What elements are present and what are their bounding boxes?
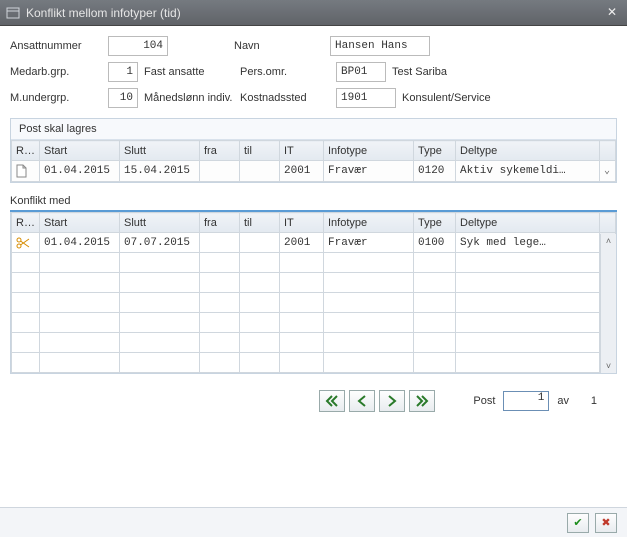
scroll-down-icon[interactable]: ˅ (606, 361, 611, 371)
next-record-button[interactable] (379, 390, 405, 412)
col-slutt[interactable]: Slutt (120, 141, 200, 161)
scissors-icon (12, 233, 40, 253)
cancel-button[interactable]: ✖ (595, 513, 617, 533)
titlebar: Konflikt mellom infotyper (tid) ✕ (0, 0, 627, 26)
col-type[interactable]: Type (414, 213, 456, 233)
kostnad-text: Konsulent/Service (402, 92, 491, 104)
post-total: 1 (577, 395, 597, 407)
medarb-text: Fast ansatte (144, 66, 234, 78)
panel-post-skal-lagres: Post skal lagres Re... Start Slutt fra t… (10, 118, 617, 183)
col-it[interactable]: IT (280, 141, 324, 161)
ansattnummer-label: Ansattnummer (10, 40, 102, 52)
cell-start: 01.04.2015 (40, 161, 120, 182)
scroll-col (600, 213, 616, 233)
col-slutt[interactable]: Slutt (120, 213, 200, 233)
col-deltype[interactable]: Deltype (456, 213, 600, 233)
col-start[interactable]: Start (40, 141, 120, 161)
col-start[interactable]: Start (40, 213, 120, 233)
cell-type: 0100 (414, 233, 456, 253)
cell-deltype: Syk med lege… (456, 233, 600, 253)
close-icon[interactable]: ✕ (603, 4, 621, 22)
panel1-title: Post skal lagres (11, 119, 616, 140)
mundergrp-field[interactable]: 10 (108, 88, 138, 108)
col-re[interactable]: Re... (12, 213, 40, 233)
col-fra[interactable]: fra (200, 141, 240, 161)
cell-slutt: 07.07.2015 (120, 233, 200, 253)
kostnad-field[interactable]: 1901 (336, 88, 396, 108)
persomr-label: Pers.omr. (240, 66, 330, 78)
cell-start: 01.04.2015 (40, 233, 120, 253)
panel2-table: Re... Start Slutt fra til IT Infotype Ty… (11, 212, 616, 373)
cell-deltype: Aktiv sykemeldi… (456, 161, 600, 182)
cell-fra (200, 233, 240, 253)
cell-type: 0120 (414, 161, 456, 182)
panel1-table: Re... Start Slutt fra til IT Infotype Ty… (11, 140, 616, 182)
table-header: Re... Start Slutt fra til IT Infotype Ty… (12, 213, 616, 233)
scroll-up-icon[interactable]: ˄ (606, 236, 611, 246)
col-re[interactable]: Re... (12, 141, 40, 161)
navn-label: Navn (234, 40, 324, 52)
scroll-col (600, 141, 616, 161)
col-til[interactable]: til (240, 213, 280, 233)
ansattnummer-field[interactable]: 104 (108, 36, 168, 56)
table-row[interactable] (12, 293, 616, 313)
col-it[interactable]: IT (280, 213, 324, 233)
cell-infotype: Fravær (324, 161, 414, 182)
prev-record-button[interactable] (349, 390, 375, 412)
table-row[interactable]: 01.04.2015 15.04.2015 2001 Fravær 0120 A… (12, 161, 616, 182)
table-row[interactable] (12, 333, 616, 353)
table-row[interactable] (12, 253, 616, 273)
post-value-field[interactable]: 1 (503, 391, 549, 411)
navn-field[interactable]: Hansen Hans (330, 36, 430, 56)
medarb-label: Medarb.grp. (10, 66, 102, 78)
kostnad-label: Kostnadssted (240, 92, 330, 104)
medarb-field[interactable]: 1 (108, 62, 138, 82)
chevron-down-icon[interactable]: ⌄ (600, 161, 616, 182)
ok-button[interactable]: ✔ (567, 513, 589, 533)
table-row[interactable] (12, 353, 616, 373)
cell-it: 2001 (280, 161, 324, 182)
col-fra[interactable]: fra (200, 213, 240, 233)
col-deltype[interactable]: Deltype (456, 141, 600, 161)
cell-infotype: Fravær (324, 233, 414, 253)
table-row[interactable] (12, 313, 616, 333)
footer: ✔ ✖ (0, 507, 627, 537)
table-row[interactable]: 01.04.2015 07.07.2015 2001 Fravær 0100 S… (12, 233, 616, 253)
window-title: Konflikt mellom infotyper (tid) (26, 6, 603, 20)
last-record-button[interactable] (409, 390, 435, 412)
mundergrp-text: Månedslønn indiv. (144, 92, 234, 104)
first-record-button[interactable] (319, 390, 345, 412)
post-label: Post (473, 395, 495, 407)
col-til[interactable]: til (240, 141, 280, 161)
mundergrp-label: M.undergrp. (10, 92, 102, 104)
cell-til (240, 233, 280, 253)
persomr-text: Test Sariba (392, 66, 447, 78)
table-row[interactable] (12, 273, 616, 293)
cell-til (240, 161, 280, 182)
col-infotype[interactable]: Infotype (324, 213, 414, 233)
cell-it: 2001 (280, 233, 324, 253)
persomr-field[interactable]: BP01 (336, 62, 386, 82)
cell-slutt: 15.04.2015 (120, 161, 200, 182)
document-icon (12, 161, 40, 182)
col-type[interactable]: Type (414, 141, 456, 161)
cell-fra (200, 161, 240, 182)
window-icon (6, 6, 20, 20)
col-infotype[interactable]: Infotype (324, 141, 414, 161)
table-header: Re... Start Slutt fra til IT Infotype Ty… (12, 141, 616, 161)
panel2-title: Konflikt med (10, 195, 617, 207)
vertical-scrollbar[interactable]: ˄ ˅ (600, 234, 616, 373)
av-label: av (557, 395, 569, 407)
